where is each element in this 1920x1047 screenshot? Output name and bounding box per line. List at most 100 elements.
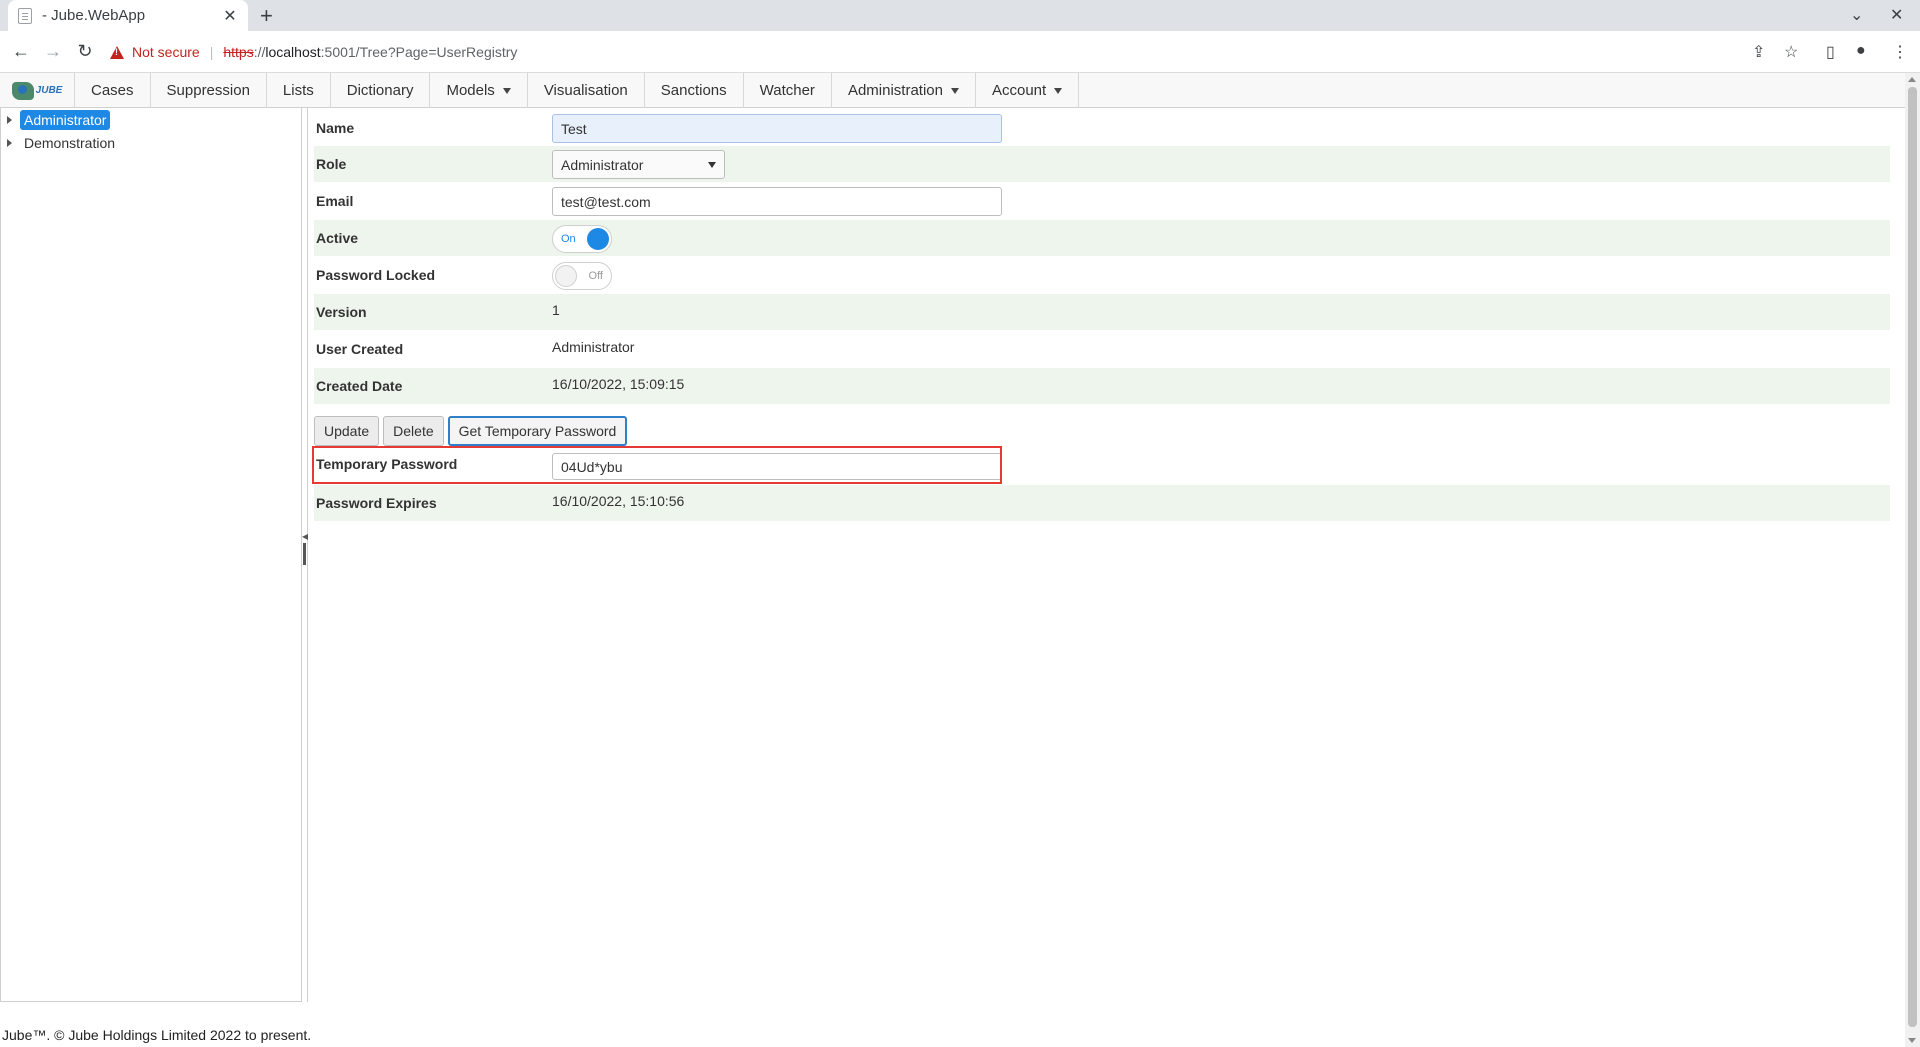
jube-logo[interactable]: JUBE [0,73,75,108]
password-expires-row: Password Expires 16/10/2022, 15:10:56 [314,485,1890,521]
logo-text: JUBE [35,85,63,96]
menu-suppression-label: Suppression [166,82,250,99]
user-created-value: Administrator [552,339,635,355]
side-panel-icon[interactable]: ▯ [1826,42,1835,62]
new-tab-icon[interactable]: + [260,3,273,29]
caret-down-icon [502,87,511,94]
warning-icon [110,45,124,59]
splitter-handle[interactable] [303,543,306,565]
logo-mark-icon [11,81,34,100]
menu-watcher-label: Watcher [759,82,815,99]
scroll-up-arrow-icon[interactable] [1908,77,1916,82]
name-label: Name [316,120,355,136]
email-label: Email [316,193,354,209]
menu-visualisation-label: Visualisation [543,82,628,99]
get-temporary-password-button[interactable]: Get Temporary Password [447,416,628,446]
address-bar[interactable]: Not secure | https://localhost:5001/Tree… [110,37,1800,67]
url-scheme: https [223,44,254,60]
bookmark-star-icon[interactable]: ☆ [1784,42,1798,62]
user-registry-form: Name Test Role Administrator Email test@… [308,108,1905,1002]
active-toggle-text: On [561,233,576,245]
active-label: Active [316,230,359,246]
scroll-thumb[interactable] [1908,87,1917,1027]
menu-models[interactable]: Models [430,73,528,108]
expand-arrow-icon[interactable] [7,139,12,147]
tab-close-icon[interactable]: ✕ [222,6,238,26]
role-select-value: Administrator [561,156,644,173]
tree-sidebar: Administrator Demonstration [0,108,302,1002]
delete-button[interactable]: Delete [383,416,444,446]
menu-account[interactable]: Account [976,73,1080,108]
menu-cases-label: Cases [91,82,134,99]
browser-tab[interactable]: - Jube.WebApp ✕ [8,0,248,31]
browser-menu-icon[interactable]: ⋮ [1892,42,1908,62]
menu-dictionary[interactable]: Dictionary [331,73,431,108]
created-date-label: Created Date [316,378,403,394]
update-button[interactable]: Update [314,416,380,446]
password-locked-toggle-text: Off [588,270,603,282]
expand-arrow-icon[interactable] [7,116,12,124]
page-scrollbar[interactable] [1905,73,1920,1047]
created-date-row: Created Date 16/10/2022, 15:09:15 [314,368,1890,404]
email-row: Email test@test.com [314,183,1890,219]
menu-sanctions-label: Sanctions [660,82,727,99]
tree-node-label[interactable]: Administrator [20,110,111,130]
role-select[interactable]: Administrator [552,150,725,179]
menu-cases[interactable]: Cases [75,73,151,108]
tree-node-demonstration[interactable]: Demonstration [7,132,119,154]
password-locked-toggle[interactable]: Off [552,262,612,290]
page-footer: Jube™. © Jube Holdings Limited 2022 to p… [2,1027,312,1043]
window-close-icon[interactable]: ✕ [1890,5,1903,25]
browser-toolbar: ← → ↻ Not secure | https://localhost:500… [0,31,1920,73]
menu-visualisation[interactable]: Visualisation [528,73,645,108]
temporary-password-highlight [312,446,1002,484]
menu-administration[interactable]: Administration [832,73,976,108]
menu-models-label: Models [446,82,495,99]
profile-avatar-icon[interactable]: ● [1856,42,1866,60]
menu-account-label: Account [991,82,1047,99]
name-row: Name Test [314,110,1890,146]
main-navigation: JUBE Cases Suppression Lists Dictionary … [0,73,1905,108]
version-value: 1 [552,302,560,318]
toggle-knob [555,265,577,287]
action-buttons: Update Delete Get Temporary Password [314,416,631,446]
caret-down-icon [1054,87,1063,94]
menu-lists[interactable]: Lists [267,73,331,108]
menu-suppression[interactable]: Suppression [151,73,267,108]
url-path: :5001/Tree?Page=UserRegistry [320,44,518,60]
url-host: localhost [265,44,321,60]
user-created-row: User Created Administrator [314,331,1890,367]
created-date-value: 16/10/2022, 15:09:15 [552,376,685,392]
active-row: Active On [314,220,1890,256]
version-label: Version [316,304,367,320]
email-input[interactable]: test@test.com [552,187,1002,216]
browser-tab-bar: - Jube.WebApp ✕ + ⌄ ✕ [0,0,1920,31]
role-row: Role Administrator [314,146,1890,182]
reload-icon[interactable]: ↻ [74,41,96,62]
role-label: Role [316,156,347,172]
url-scheme-separator: :// [253,44,266,60]
active-toggle[interactable]: On [552,225,612,253]
toggle-knob [587,228,609,250]
tree-node-label[interactable]: Demonstration [20,133,119,153]
forward-arrow-icon[interactable]: → [42,41,64,62]
back-arrow-icon[interactable]: ← [10,41,32,62]
tab-title: - Jube.WebApp [42,7,146,24]
tree-node-administrator[interactable]: Administrator [7,109,111,131]
not-secure-label: Not secure [132,44,200,60]
name-input[interactable]: Test [552,114,1002,143]
menu-sanctions[interactable]: Sanctions [645,73,744,108]
tab-search-chevron-icon[interactable]: ⌄ [1850,5,1863,25]
version-row: Version 1 [314,294,1890,330]
share-icon[interactable]: ⇪ [1752,42,1765,62]
menu-dictionary-label: Dictionary [346,82,414,99]
address-separator: | [209,44,214,60]
menu-watcher[interactable]: Watcher [744,73,832,108]
user-created-label: User Created [316,341,404,357]
password-expires-label: Password Expires [316,495,437,511]
caret-down-icon [708,161,716,168]
scroll-down-arrow-icon[interactable] [1908,1038,1916,1043]
menu-administration-label: Administration [847,82,943,99]
page-favicon-icon [18,7,32,24]
password-expires-value: 16/10/2022, 15:10:56 [552,493,685,509]
